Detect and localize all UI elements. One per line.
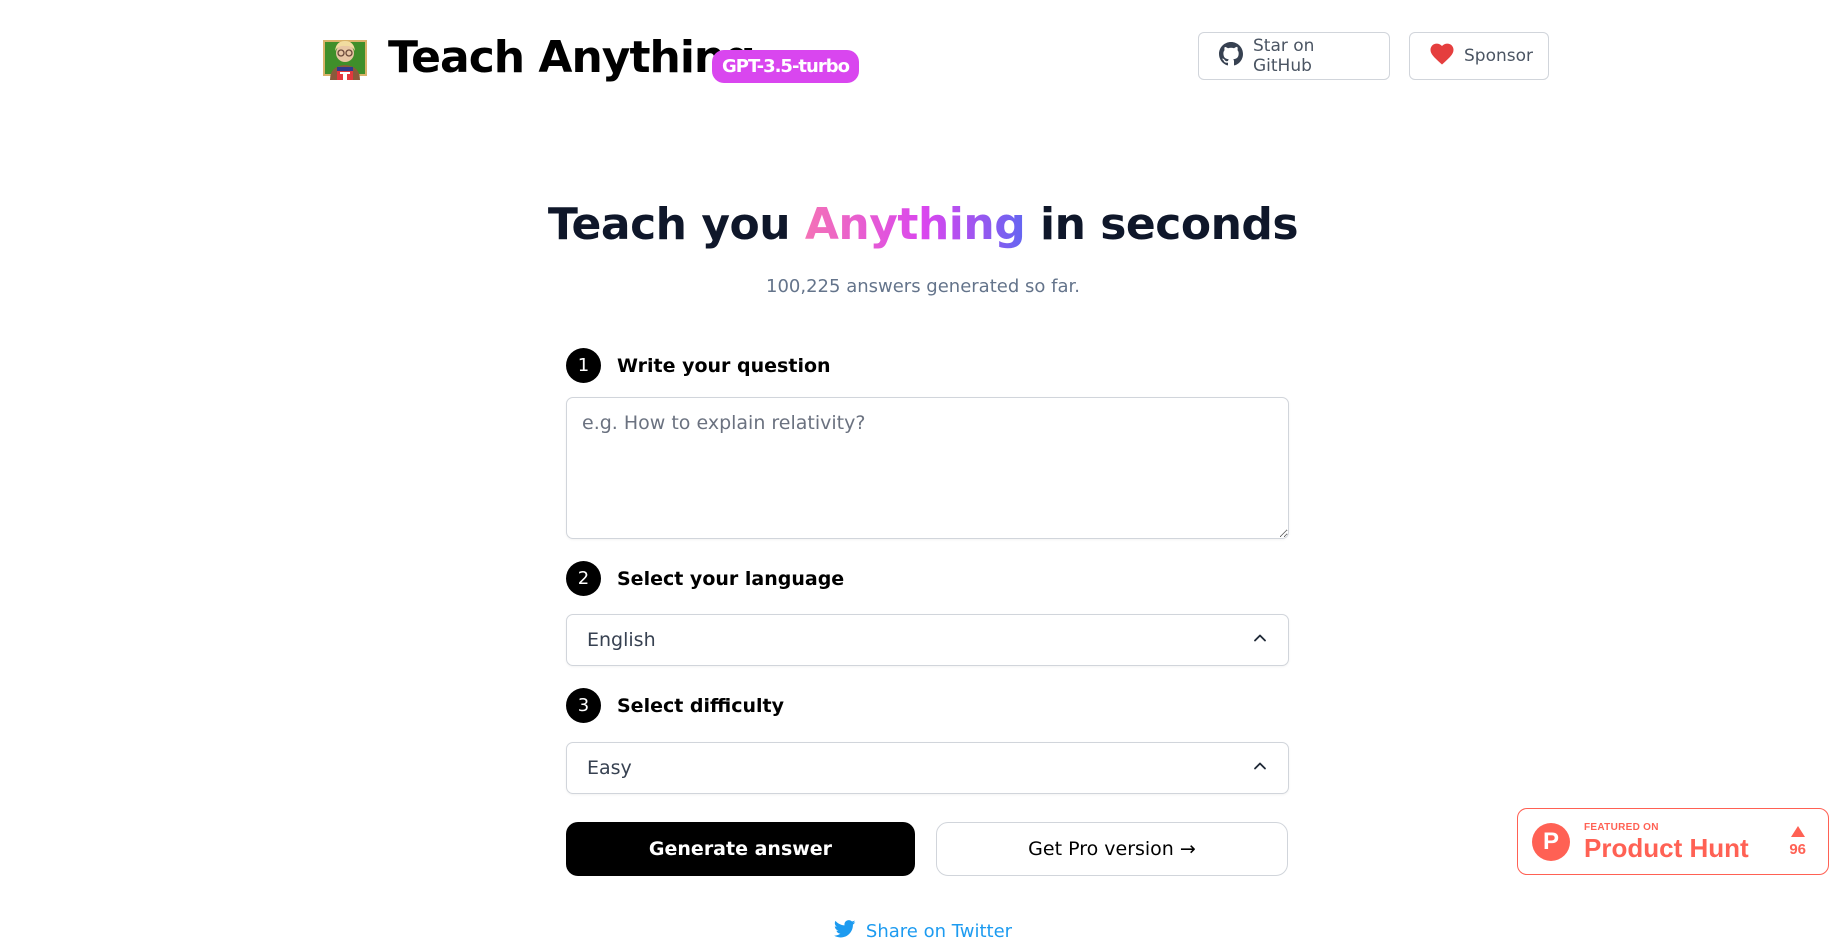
step-label: Select your language xyxy=(617,567,845,590)
upvote-triangle-icon xyxy=(1790,825,1805,837)
step-number-badge: 2 xyxy=(566,561,601,596)
sponsor-button-label: Sponsor xyxy=(1464,46,1534,66)
get-pro-version-button[interactable]: Get Pro version → xyxy=(936,822,1288,876)
star-on-github-button[interactable]: Star on GitHub xyxy=(1198,32,1390,80)
step-label: Write your question xyxy=(617,354,831,377)
product-hunt-text: FEATURED ON Product Hunt xyxy=(1584,822,1749,862)
step-number-badge: 1 xyxy=(566,348,601,383)
headline: Teach you Anything in seconds xyxy=(0,196,1846,254)
share-on-twitter-link[interactable]: Share on Twitter xyxy=(0,920,1846,943)
teacher-logo-icon xyxy=(322,36,368,80)
language-select-value: English xyxy=(587,629,656,651)
twitter-icon xyxy=(833,920,856,943)
headline-prefix: Teach you xyxy=(547,199,805,250)
headline-suffix: in seconds xyxy=(1025,199,1299,250)
headline-highlight: Anything xyxy=(804,199,1026,250)
sponsor-button[interactable]: Sponsor xyxy=(1409,32,1549,80)
github-button-label: Star on GitHub xyxy=(1253,36,1315,76)
github-icon xyxy=(1219,41,1243,71)
app-title: Teach Anything xyxy=(388,32,756,83)
share-on-twitter-label: Share on Twitter xyxy=(865,921,1013,942)
chevron-up-icon xyxy=(1252,757,1268,779)
step-1: 1 Write your question xyxy=(566,348,831,383)
step-label: Select difficulty xyxy=(617,694,785,717)
heart-icon xyxy=(1430,43,1454,70)
step-3: 3 Select difficulty xyxy=(566,688,784,723)
step-2: 2 Select your language xyxy=(566,561,844,596)
product-hunt-badge[interactable]: P FEATURED ON Product Hunt 96 xyxy=(1517,808,1829,875)
upvote-count: 96 xyxy=(1789,825,1806,858)
product-hunt-label: Product Hunt xyxy=(1584,832,1749,863)
step-number-badge: 3 xyxy=(566,688,601,723)
answers-count-subtitle: 100,225 answers generated so far. xyxy=(766,276,1080,297)
model-badge: GPT-3.5-turbo xyxy=(712,50,859,83)
question-input[interactable] xyxy=(566,397,1289,539)
upvote-count-value: 96 xyxy=(1789,840,1806,858)
product-hunt-logo-icon: P xyxy=(1532,822,1570,861)
difficulty-select[interactable]: Easy xyxy=(566,742,1289,794)
featured-on-label: FEATURED ON xyxy=(1584,821,1659,833)
chevron-up-icon xyxy=(1252,629,1268,651)
language-select[interactable]: English xyxy=(566,614,1289,666)
difficulty-select-value: Easy xyxy=(587,757,632,779)
generate-answer-button[interactable]: Generate answer xyxy=(566,822,915,876)
